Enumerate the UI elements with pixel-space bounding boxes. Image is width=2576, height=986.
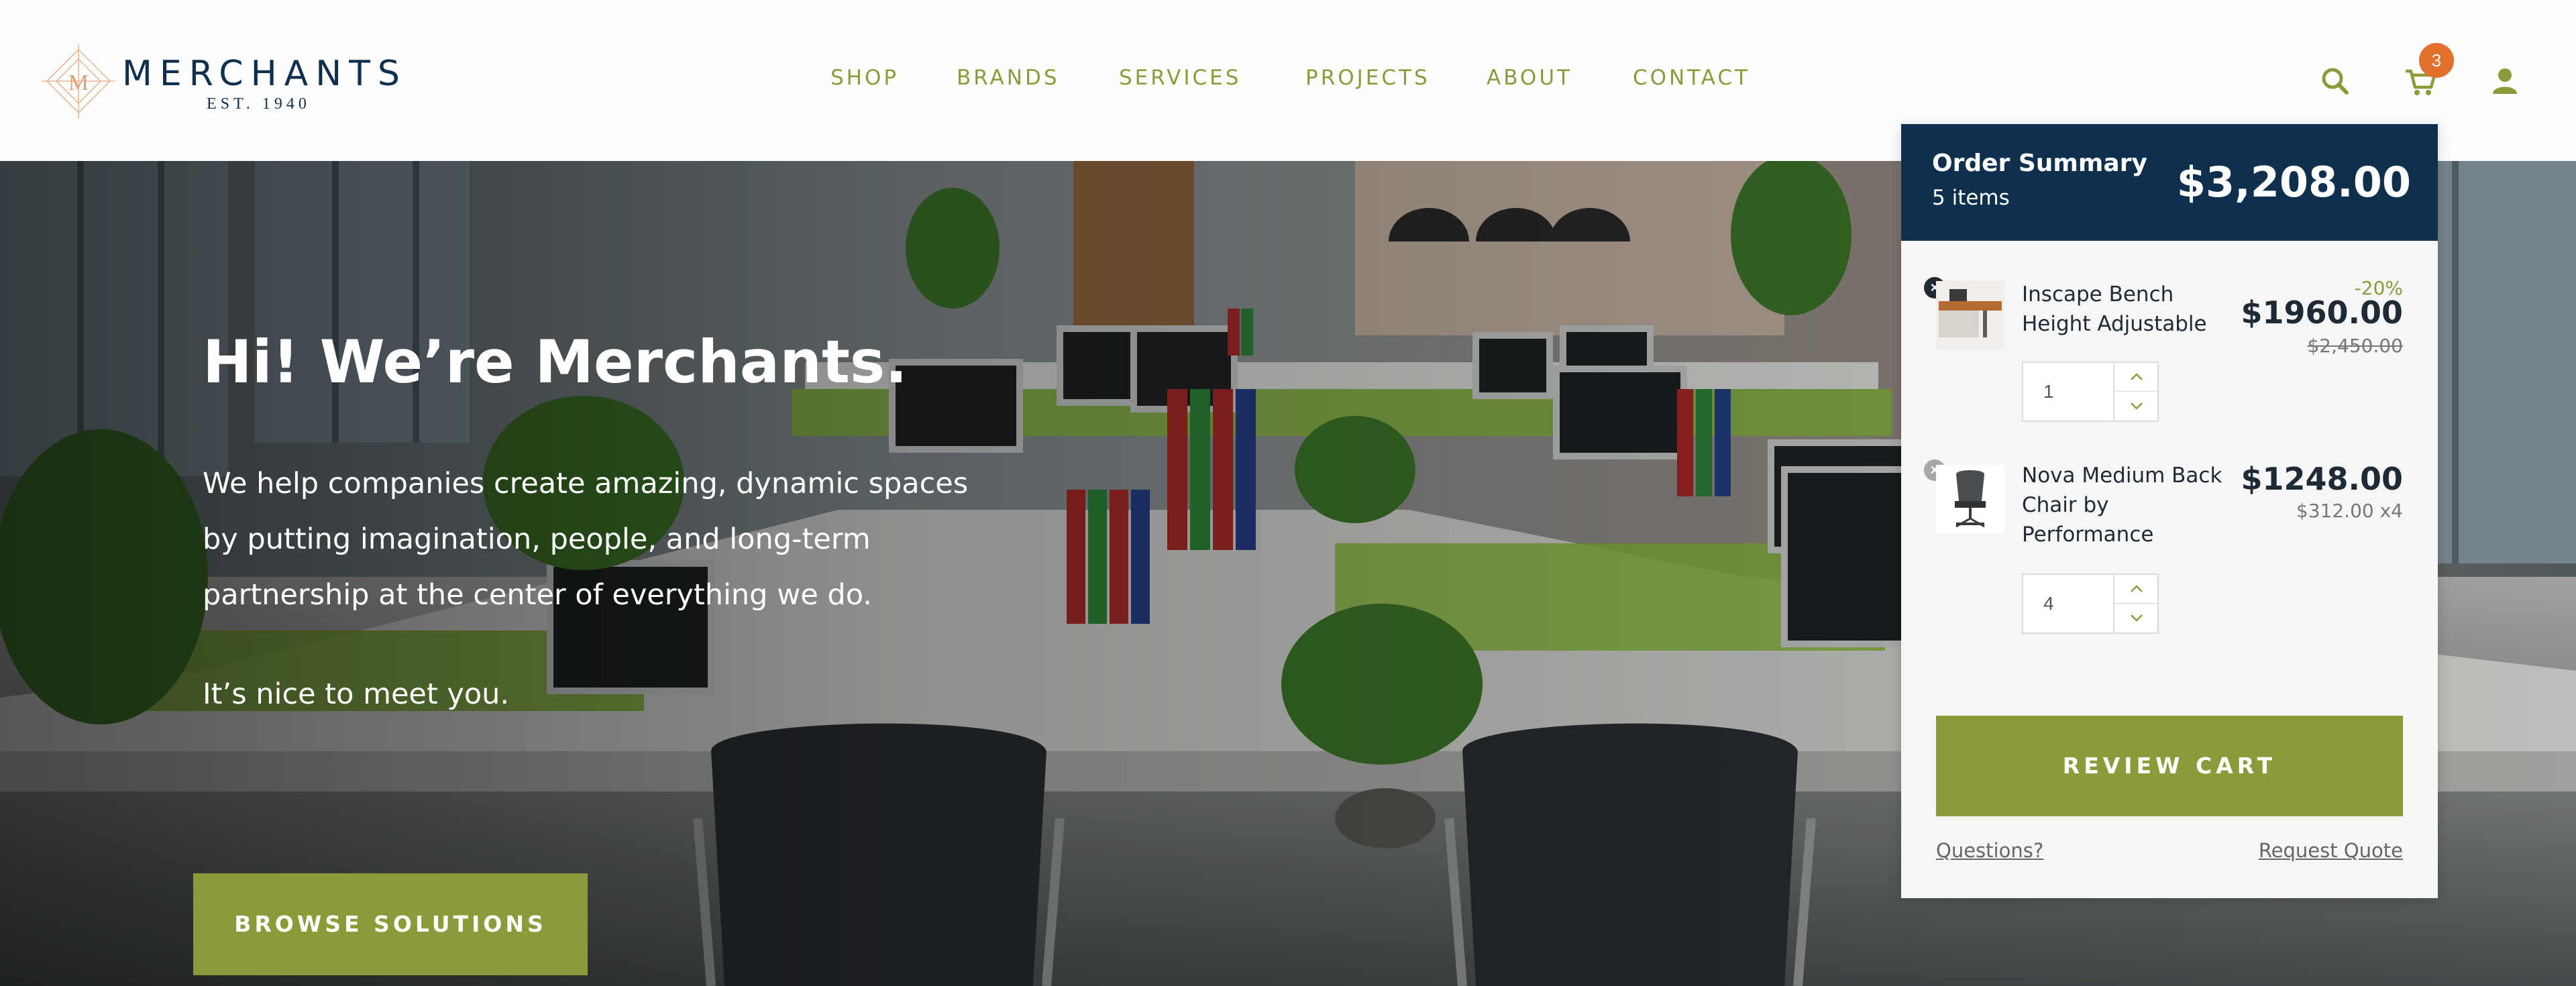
quantity-increase-button[interactable] <box>2113 363 2157 392</box>
item-price: $1960.00 <box>2241 294 2403 331</box>
hero-description-line: partnership at the center of everything … <box>203 578 872 612</box>
hero-greeting: It’s nice to meet you. <box>203 677 510 711</box>
review-cart-button[interactable]: REVIEW CART <box>1936 716 2403 816</box>
browse-solutions-button[interactable]: BROWSE SOLUTIONS <box>193 873 588 975</box>
search-icon[interactable] <box>2316 62 2356 102</box>
order-summary-header: Order Summary 5 items $3,208.00 <box>1901 124 2438 241</box>
user-icon[interactable] <box>2485 62 2525 102</box>
brand-name: MERCHANTS <box>122 54 407 94</box>
quantity-stepper <box>2022 362 2159 422</box>
chevron-up-icon <box>2131 585 2143 592</box>
quantity-decrease-button[interactable] <box>2113 392 2157 421</box>
hero-title: Hi! We’re Merchants. <box>203 327 908 396</box>
nav-item-contact[interactable]: CONTACT <box>1633 66 1750 90</box>
brand-established: EST. 1940 <box>207 95 311 113</box>
hero-description-line: We help companies create amazing, dynami… <box>203 467 969 500</box>
nav-item-services[interactable]: SERVICES <box>1119 66 1241 90</box>
original-price: $2,450.00 <box>2307 335 2403 357</box>
hero-description: We help companies create amazing, dynami… <box>203 456 994 623</box>
unit-price-label: $312.00 x4 <box>2296 500 2403 522</box>
cart-count-badge: 3 <box>2419 43 2454 78</box>
order-total: $3,208.00 <box>2176 158 2411 207</box>
item-name[interactable]: Inscape Bench Height Adjustable <box>2022 280 2223 339</box>
quantity-input[interactable] <box>2023 363 2113 421</box>
hero-description-line: by putting imagination, people, and long… <box>203 523 871 556</box>
chevron-up-icon <box>2131 373 2143 380</box>
quantity-decrease-button[interactable] <box>2113 604 2157 633</box>
request-quote-link[interactable]: Request Quote <box>2259 839 2403 862</box>
nav-item-shop[interactable]: SHOP <box>830 66 899 90</box>
quantity-input[interactable] <box>2023 575 2113 633</box>
office-chair-thumbnail <box>1936 465 2004 533</box>
quantity-stepper <box>2022 573 2159 634</box>
item-name-line: Nova Medium Back <box>2022 463 2222 488</box>
merchants-logo[interactable]: M MERCHANTS EST. 1940 <box>42 44 417 118</box>
logo-monogram: M <box>68 70 89 95</box>
item-name-line: Inscape Bench <box>2022 282 2174 307</box>
questions-link[interactable]: Questions? <box>1936 839 2043 862</box>
nav-item-about[interactable]: ABOUT <box>1487 66 1572 90</box>
order-summary-panel: Order Summary 5 items $3,208.00 × Inscap… <box>1901 124 2438 898</box>
item-name-line: Height Adjustable <box>2022 312 2207 336</box>
logo-mark-icon: M <box>42 44 115 118</box>
item-name[interactable]: Nova Medium Back Chair by Performance <box>2022 461 2223 549</box>
quantity-increase-button[interactable] <box>2113 575 2157 604</box>
item-price: $1248.00 <box>2241 461 2403 497</box>
nav-item-projects[interactable]: PROJECTS <box>1305 66 1430 90</box>
order-summary-title: Order Summary <box>1932 150 2147 177</box>
item-name-line: Chair by <box>2022 493 2109 517</box>
item-name-line: Performance <box>2022 523 2154 547</box>
chevron-down-icon <box>2131 614 2143 622</box>
chevron-down-icon <box>2131 402 2143 410</box>
nav-item-brands[interactable]: BRANDS <box>957 66 1060 90</box>
bench-desk-thumbnail <box>1936 281 2004 349</box>
order-item-count: 5 items <box>1932 186 2010 210</box>
